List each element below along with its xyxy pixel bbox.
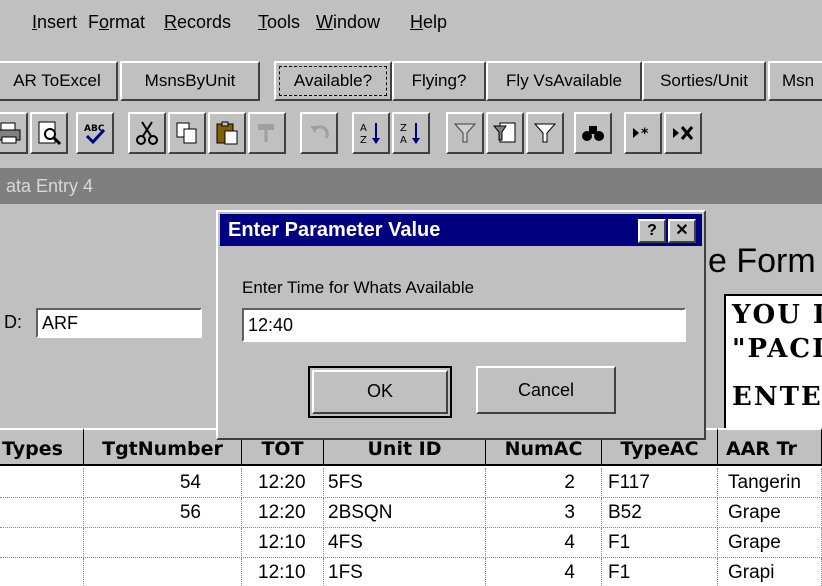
table-row[interactable]: 12:10 4FS 4 F1 Grape: [0, 528, 822, 558]
form-title: ata Entry 4: [6, 176, 94, 196]
apply-filter-icon[interactable]: [526, 112, 564, 154]
help-button[interactable]: ?: [638, 219, 666, 243]
cancel-label: Cancel: [517, 380, 575, 400]
cell-tot[interactable]: 12:10: [242, 528, 324, 558]
fly-vs-available-button[interactable]: Fly VsAvailable: [486, 61, 642, 101]
menu-window[interactable]: Window: [316, 12, 380, 33]
undo-icon[interactable]: [300, 112, 338, 154]
form-heading: e Form: [708, 242, 816, 280]
svg-text:A: A: [400, 135, 407, 146]
svg-text:Z: Z: [400, 123, 407, 134]
table-row[interactable]: 12:10 1FS 4 F1 Grapi: [0, 558, 822, 586]
cut-icon[interactable]: [128, 112, 166, 154]
cell-types[interactable]: [0, 498, 84, 528]
cell-unit-id[interactable]: 2BSQN: [324, 498, 486, 528]
help-icon: ?: [647, 222, 657, 239]
parameter-input[interactable]: 12:40: [242, 308, 686, 342]
svg-text:*: *: [641, 126, 649, 142]
filter-by-selection-icon[interactable]: [446, 112, 484, 154]
sort-descending-icon[interactable]: ZA: [392, 112, 430, 154]
cell-tgtnumber[interactable]: [84, 528, 242, 558]
ar-toexcel-button[interactable]: AR ToExcel: [0, 61, 118, 101]
find-icon[interactable]: [574, 112, 612, 154]
report-toolbar: AR ToExcel MsnsByUnit Available? Flying?…: [0, 58, 822, 104]
delete-record-icon[interactable]: [664, 112, 702, 154]
new-record-icon[interactable]: *: [624, 112, 662, 154]
cell-tot[interactable]: 12:20: [242, 468, 324, 498]
cell-unit-id[interactable]: 4FS: [324, 528, 486, 558]
cell-aar[interactable]: Tangerin: [718, 468, 822, 498]
print-preview-icon[interactable]: [30, 112, 68, 154]
format-painter-icon[interactable]: [248, 112, 286, 154]
warning-box: YOU I "PACI ENTE: [724, 294, 822, 440]
msns-by-unit-button[interactable]: MsnsByUnit: [120, 61, 260, 101]
table-row[interactable]: 56 12:20 2BSQN 3 B52 Grape: [0, 498, 822, 528]
warning-line: "PACI: [732, 334, 822, 364]
cell-numac[interactable]: 4: [486, 558, 602, 586]
datasheet: Types TgtNumber TOT Unit ID NumAC TypeAC…: [0, 428, 822, 586]
cell-tot[interactable]: 12:20: [242, 498, 324, 528]
warning-line: YOU I: [732, 300, 822, 330]
menu-help[interactable]: Help: [410, 12, 447, 33]
menu-format[interactable]: Format: [88, 12, 145, 33]
cell-types[interactable]: [0, 468, 84, 498]
menu-tools[interactable]: Tools: [258, 12, 300, 33]
flying-button[interactable]: Flying?: [392, 61, 486, 101]
cell-unit-id[interactable]: 5FS: [324, 468, 486, 498]
cell-numac[interactable]: 3: [486, 498, 602, 528]
spelling-icon[interactable]: ABC: [76, 112, 114, 154]
filter-by-form-icon[interactable]: [486, 112, 524, 154]
cell-typeac[interactable]: F117: [602, 468, 718, 498]
cell-aar[interactable]: Grape: [718, 498, 822, 528]
column-header-types[interactable]: Types: [0, 428, 84, 466]
copy-icon[interactable]: [168, 112, 206, 154]
paste-icon[interactable]: [208, 112, 246, 154]
msn-button[interactable]: Msn: [768, 61, 822, 101]
sorties-per-unit-button[interactable]: Sorties/Unit: [642, 61, 766, 101]
warning-line: ENTE: [732, 382, 822, 412]
cancel-button[interactable]: Cancel: [476, 366, 616, 414]
menu-bar: Insert Format Records Tools Window Help: [0, 0, 822, 44]
menu-records[interactable]: Records: [164, 12, 231, 33]
form-title-bar: ata Entry 4: [0, 168, 822, 204]
cell-tgtnumber[interactable]: 54: [84, 468, 242, 498]
cell-tgtnumber[interactable]: 56: [84, 498, 242, 528]
cell-typeac[interactable]: F1: [602, 528, 718, 558]
cell-numac[interactable]: 4: [486, 528, 602, 558]
icon-toolbar: ABC AZ ZA *: [0, 108, 822, 162]
close-icon: ✕: [675, 222, 689, 239]
available-button[interactable]: Available?: [274, 61, 392, 101]
menu-insert[interactable]: Insert: [32, 12, 77, 33]
close-button[interactable]: ✕: [668, 219, 696, 243]
dialog-title: Enter Parameter Value: [228, 219, 441, 241]
ok-button[interactable]: OK: [308, 366, 452, 418]
sort-ascending-icon[interactable]: AZ: [352, 112, 390, 154]
cell-tgtnumber[interactable]: [84, 558, 242, 586]
table-row[interactable]: 54 12:20 5FS 2 F117 Tangerin: [0, 468, 822, 498]
cell-unit-id[interactable]: 1FS: [324, 558, 486, 586]
cell-typeac[interactable]: B52: [602, 498, 718, 528]
ok-label: OK: [312, 370, 448, 414]
cell-types[interactable]: [0, 528, 84, 558]
cell-tot[interactable]: 12:10: [242, 558, 324, 586]
cell-aar[interactable]: Grapi: [718, 558, 822, 586]
print-icon[interactable]: [0, 112, 28, 154]
column-header-aar[interactable]: AAR Tr: [718, 428, 822, 466]
svg-text:Z: Z: [360, 135, 367, 146]
svg-text:A: A: [360, 123, 367, 134]
cell-types[interactable]: [0, 558, 84, 586]
cell-aar[interactable]: Grape: [718, 528, 822, 558]
id-field[interactable]: ARF: [36, 308, 202, 338]
id-label: D:: [4, 312, 22, 332]
cell-numac[interactable]: 2: [486, 468, 602, 498]
dialog-title-bar: Enter Parameter Value ? ✕: [220, 214, 702, 246]
dialog-prompt: Enter Time for Whats Available: [242, 278, 475, 297]
cell-typeac[interactable]: F1: [602, 558, 718, 586]
parameter-dialog: Enter Parameter Value ? ✕ Enter Time for…: [216, 210, 706, 440]
